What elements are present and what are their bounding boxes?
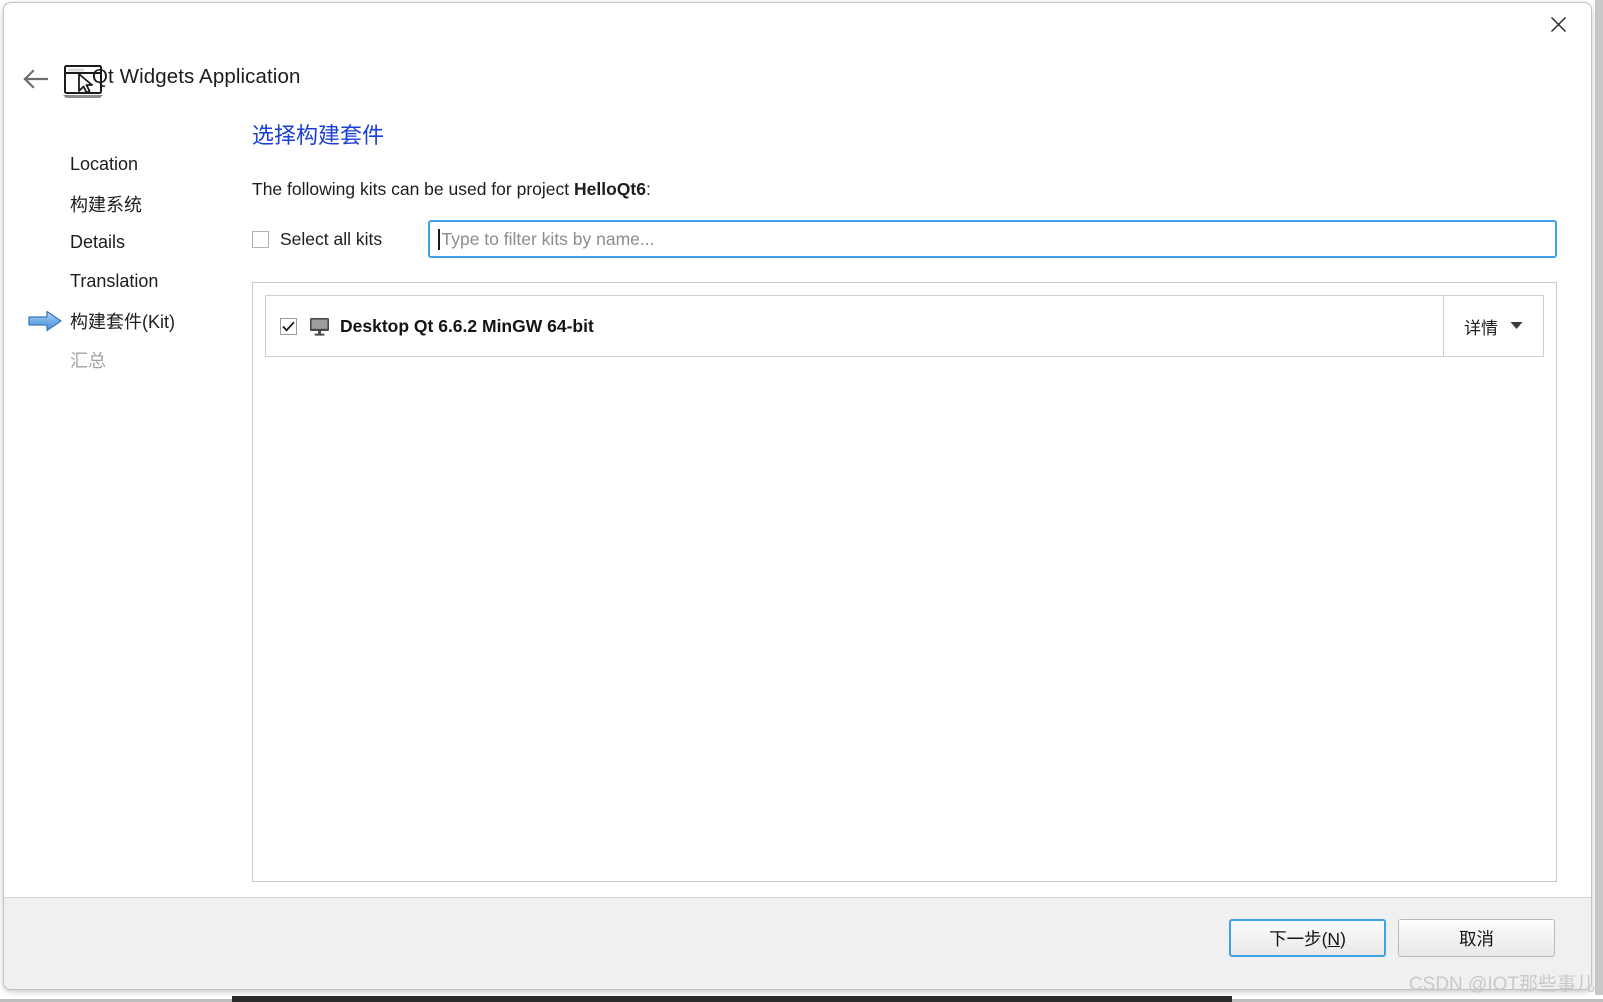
desktop-monitor-icon	[309, 317, 330, 336]
sidebar-item-build-system[interactable]: 构建系统	[4, 184, 244, 223]
checkbox-box	[252, 230, 269, 248]
sidebar-item-details[interactable]: Details	[4, 223, 244, 262]
cancel-button-label: 取消	[1459, 928, 1494, 949]
kit-list: Desktop Qt 6.6.2 MinGW 64-bit 详情	[252, 282, 1557, 883]
filter-row: Select all kits Type to filter kits by n…	[252, 220, 1557, 259]
sidebar-item-location[interactable]: Location	[4, 145, 244, 184]
back-arrow-icon[interactable]	[14, 61, 56, 97]
wizard-dialog: Qt Widgets Application Location 构建系统 Det…	[3, 2, 1592, 990]
footer-buttons: 下一步(N) 取消	[1229, 919, 1555, 957]
select-all-kits-checkbox[interactable]: Select all kits	[252, 229, 428, 250]
desktop-backdrop-bottom-dark	[232, 996, 1232, 1002]
page-heading: 选择构建套件	[252, 123, 385, 148]
next-label-prefix: 下一步(	[1269, 928, 1328, 949]
current-step-arrow-icon	[28, 310, 62, 332]
sidebar-item-label: 汇总	[70, 350, 106, 371]
desktop-backdrop-right	[1595, 0, 1603, 995]
sidebar-item-summary[interactable]: 汇总	[4, 340, 244, 379]
project-name: HelloQt6	[573, 179, 646, 200]
kit-list-item[interactable]: Desktop Qt 6.6.2 MinGW 64-bit 详情	[265, 295, 1544, 358]
dialog-footer: 下一步(N) 取消	[4, 897, 1591, 989]
sidebar-item-label: 构建套件(Kit)	[70, 311, 175, 332]
next-label-accel: N	[1327, 928, 1341, 949]
sidebar-item-label: Location	[70, 154, 139, 174]
description-suffix: :	[645, 179, 651, 200]
chevron-down-icon	[1510, 317, 1523, 335]
sidebar-item-kits[interactable]: 构建套件(Kit)	[4, 301, 244, 340]
kit-details-label: 详情	[1464, 318, 1498, 338]
page-description: The following kits can be used for proje…	[252, 179, 1557, 200]
description-prefix: The following kits can be used for proje…	[252, 179, 574, 200]
kit-item-main[interactable]: Desktop Qt 6.6.2 MinGW 64-bit	[266, 296, 1443, 356]
next-button-label: 下一步(N)	[1269, 926, 1346, 951]
kit-filter-input[interactable]: Type to filter kits by name...	[428, 220, 1557, 259]
kit-details-button[interactable]: 详情	[1443, 296, 1543, 357]
sidebar-item-label: Translation	[70, 271, 159, 291]
wizard-nav: Location 构建系统 Details Translation 构建套件(K…	[4, 145, 244, 379]
kit-checkbox[interactable]	[280, 317, 297, 335]
wizard-page: 选择构建套件 The following kits can be used fo…	[252, 123, 1557, 883]
cancel-button[interactable]: 取消	[1398, 919, 1555, 957]
sidebar-item-label: 构建系统	[70, 194, 142, 215]
select-all-kits-label: Select all kits	[280, 228, 383, 249]
close-icon[interactable]	[1535, 7, 1581, 41]
kit-filter-placeholder: Type to filter kits by name...	[441, 228, 655, 249]
title-bar	[4, 3, 1591, 49]
screen: Qt Widgets Application Location 构建系统 Det…	[0, 0, 1603, 1002]
next-label-suffix: )	[1340, 928, 1346, 949]
kit-name: Desktop Qt 6.6.2 MinGW 64-bit	[340, 315, 594, 336]
sidebar-item-label: Details	[70, 232, 126, 252]
sidebar-item-translation[interactable]: Translation	[4, 262, 244, 301]
text-caret	[438, 228, 440, 250]
next-button[interactable]: 下一步(N)	[1229, 919, 1386, 957]
page-title: Qt Widgets Application	[92, 65, 301, 88]
